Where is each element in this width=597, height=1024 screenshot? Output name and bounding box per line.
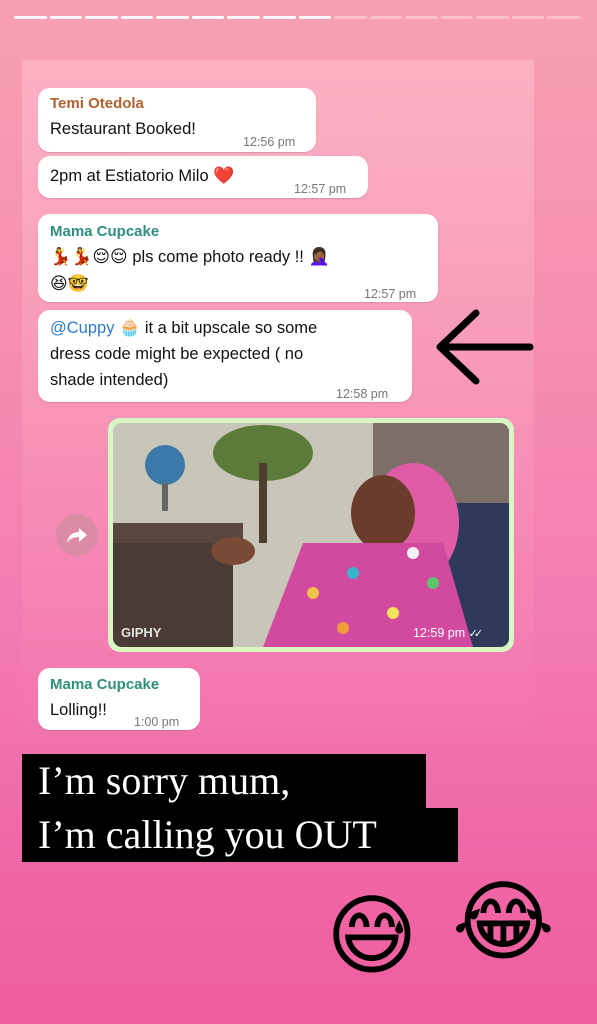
progress-segment <box>547 16 580 19</box>
message-text: 💃💃😌😌 pls come photo ready !! 🤦🏾‍♀️ <box>50 244 330 270</box>
story-caption-line: I’m calling you OUT <box>22 808 458 862</box>
story-progress-bar <box>14 16 580 19</box>
progress-segment <box>298 16 332 19</box>
message-text: Lolling!! <box>50 701 107 719</box>
tears-of-joy-emoji-icon: 😂 <box>452 872 555 971</box>
sender-name: Mama Cupcake <box>50 676 160 693</box>
message-time: 12:57 pm <box>294 182 347 196</box>
progress-segment <box>14 16 47 19</box>
message-text: @Cuppy 🧁 it a bit upscale so some <box>50 315 317 341</box>
message-bubble[interactable]: 2pm at Estiatorio Milo ❤️ 12:57 pm <box>38 156 368 198</box>
progress-segment <box>476 16 509 19</box>
message-text: Restaurant Booked! <box>50 120 196 138</box>
message-time: 12:59 pm <box>413 626 466 640</box>
forward-arrow-icon <box>67 528 87 543</box>
message-bubble[interactable]: Temi Otedola Restaurant Booked! 12:56 pm <box>38 88 316 152</box>
message-text-line: shade intended) <box>50 371 169 389</box>
story-caption-line: I’m sorry mum, <box>22 754 426 808</box>
cupcake-emoji-icon: 🧁 <box>119 318 141 337</box>
progress-segment <box>49 16 83 19</box>
laughing-nerd-emoji-icon: 😆🤓 <box>50 274 89 293</box>
progress-segment <box>85 16 118 19</box>
left-arrow-icon <box>436 309 534 385</box>
gif-image: GIPHY 12:59 pm ✓✓ <box>113 423 509 647</box>
sender-name: Temi Otedola <box>50 95 144 112</box>
progress-segment <box>440 16 474 19</box>
progress-segment <box>405 16 438 19</box>
mention-link[interactable]: @Cuppy <box>50 319 114 337</box>
dancer-emoji-icon: 💃💃😌😌 <box>50 247 128 266</box>
message-bubble[interactable]: Mama Cupcake Lolling!! 1:00 pm <box>38 668 200 730</box>
message-time: 12:57 pm <box>364 287 417 301</box>
message-text-body: 2pm at Estiatorio Milo <box>50 167 209 185</box>
message-text-line: dress code might be expected ( no <box>50 345 304 363</box>
heart-icon: ❤️ <box>213 166 235 185</box>
gif-message[interactable]: GIPHY 12:59 pm ✓✓ <box>108 418 514 652</box>
message-time: 12:58 pm <box>336 387 389 401</box>
progress-segment <box>511 16 545 19</box>
message-time: 12:56 pm <box>243 135 296 149</box>
gif-scene <box>113 423 509 647</box>
progress-segment <box>227 16 260 19</box>
sweat-smile-emoji-icon: 😅 <box>326 886 418 985</box>
giphy-watermark: GIPHY <box>121 625 162 640</box>
sender-name: Mama Cupcake <box>50 223 160 240</box>
progress-segment <box>191 16 225 19</box>
gif-timestamp: 12:59 pm ✓✓ <box>413 626 484 640</box>
message-text: 2pm at Estiatorio Milo ❤️ <box>50 163 234 189</box>
forward-button[interactable] <box>56 514 98 556</box>
message-text-body: pls come photo ready !! <box>132 248 304 266</box>
progress-segment <box>334 16 367 19</box>
read-receipt-icon: ✓✓ <box>468 628 484 640</box>
facepalm-emoji-icon: 🤦🏾‍♀️ <box>308 247 330 266</box>
progress-segment <box>156 16 189 19</box>
message-text-line: it a bit upscale so some <box>144 319 318 337</box>
progress-segment <box>369 16 403 19</box>
progress-segment <box>120 16 154 19</box>
message-bubble[interactable]: Mama Cupcake 💃💃😌😌 pls come photo ready !… <box>38 214 438 302</box>
message-time: 1:00 pm <box>134 715 180 729</box>
progress-segment <box>262 16 296 19</box>
message-bubble[interactable]: @Cuppy 🧁 it a bit upscale so some dress … <box>38 310 412 402</box>
